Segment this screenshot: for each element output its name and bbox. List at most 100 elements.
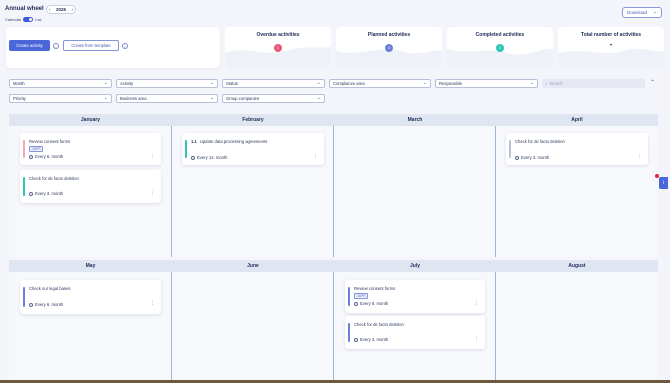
status-bar [348,287,350,306]
search-icon: ⌕ [545,81,548,86]
filter-status[interactable]: Status ⌄ [222,79,325,88]
compliance-tag: GDPR [354,293,369,299]
recurrence-label: Every 6. month [35,302,64,307]
month-column-march [334,126,496,257]
list-view-label: List [35,17,42,22]
activity-title: Review consent forms [29,139,71,144]
month-header-january: January [9,114,172,126]
filter-label: Responsible [439,81,463,86]
activity-title-row: 1.1 Update data processing agreements [191,139,267,144]
next-year-button[interactable]: › [71,7,73,12]
filter-label: Status [226,81,238,86]
more-options-icon[interactable]: ⋮ [313,154,318,159]
recurrence-label: Every 3. month [521,155,550,160]
recurrence-label: Every 6. month [35,154,64,159]
activity-card[interactable]: Check for de facto deletion Every 3. mon… [20,170,161,203]
more-options-icon[interactable]: ⋮ [150,154,155,159]
stat-completed[interactable]: Completed activities 2 [447,27,553,68]
status-bar [348,323,350,342]
more-options-icon[interactable]: ⋮ [474,337,479,342]
stat-total[interactable]: Total number of activities • [558,27,664,68]
filter-group-companies[interactable]: Group companies ⌄ [222,94,325,103]
more-options-icon[interactable]: ⋮ [150,301,155,306]
filter-month[interactable]: Month ⌄ [9,79,112,88]
view-switch[interactable] [23,17,34,22]
create-activity-button[interactable]: Create activity [9,40,50,51]
prev-year-button[interactable]: ‹ [49,7,51,12]
activity-title: Review consent forms [354,286,396,291]
activity-title: Update data processing agreements [199,139,268,144]
more-options-icon[interactable]: ⋮ [150,191,155,196]
compliance-tag: GDPR [29,146,44,152]
more-options-icon[interactable]: ⋮ [474,301,479,306]
create-from-template-button[interactable]: Create from template [63,40,119,51]
stat-badge: 1 [274,44,282,52]
activity-card[interactable]: Review consent forms GDPR Every 6. month… [345,280,485,313]
filter-label: Priority [13,96,27,101]
calendar-view-label: Calendar [5,17,22,22]
clock-icon [191,155,195,160]
month-column-june [172,272,334,380]
activity-card[interactable]: Check for de facto deletion Every 3. mon… [506,133,648,165]
chevron-down-icon: ⌄ [103,95,108,101]
month-column-august [496,272,658,380]
stat-value: • [609,43,613,49]
filter-label: Activity [120,81,134,86]
download-button[interactable]: Download ⌄ [622,7,662,18]
stat-label: Overdue activities [256,32,300,38]
filter-business-area[interactable]: Business area ⌄ [116,94,218,103]
chevron-down-icon: ⌄ [103,80,108,86]
filter-label: Month [13,81,25,86]
chevron-down-icon: ⌄ [209,95,214,101]
stat-label: Planned activities [367,32,411,38]
clock-icon [354,301,358,306]
chevron-down-icon: ⌄ [316,80,321,86]
search-placeholder: Search [549,81,563,86]
activity-title: Check for de facto deletion [354,322,404,327]
info-icon[interactable]: i [122,43,128,49]
month-header-august: August [496,260,658,272]
search-input[interactable]: ⌕ Search [542,79,645,88]
filter-activity[interactable]: Activity ⌄ [116,79,218,88]
filter-label: Group companies [226,96,260,101]
stat-planned[interactable]: Planned activities 4 [336,27,442,68]
help-tab[interactable]: i [659,177,668,189]
filter-label: Business area [120,96,147,101]
month-header-may: May [9,260,172,272]
collapse-filters-icon[interactable]: ⌃ [650,79,655,86]
activity-card[interactable]: 1.1 Update data processing agreements Eve… [182,133,324,165]
stat-overdue[interactable]: Overdue activities 1 [225,27,331,68]
stat-label: Completed activities [475,32,525,38]
recurrence-label: Every 12. month [197,155,228,160]
activity-card[interactable]: Check for de facto deletion Every 3. mon… [345,316,485,349]
year-selector: ‹ 2025 › [46,5,76,14]
view-toggle: Calendar List [5,17,41,22]
recurrence-label: Every 6. month [360,301,389,306]
recurrence: Every 3. month [515,155,549,160]
month-header-march: March [334,114,496,126]
clock-icon [354,337,358,342]
clock-icon [29,154,33,159]
activity-title: Check our legal bases [29,286,71,291]
status-bar [23,177,25,196]
filter-priority[interactable]: Priority ⌄ [9,94,112,103]
activity-title: Check for de facto deletion [29,176,79,181]
recurrence: Every 12. month [191,155,228,160]
stat-badge: 2 [496,44,504,52]
filter-compliance-area[interactable]: Compliance area ⌄ [329,79,431,88]
chevron-down-icon: ⌄ [529,80,534,86]
more-options-icon[interactable]: ⋮ [637,154,642,159]
info-icon[interactable]: i [53,43,59,49]
month-header-july: July [334,260,496,272]
month-header-february: February [172,114,334,126]
status-bar [509,140,511,158]
recurrence: Every 6. month [29,302,63,307]
recurrence: Every 3. month [29,191,63,196]
month-header-april: April [496,114,658,126]
activity-card[interactable]: Review consent forms GDPR Every 6. month… [20,133,161,165]
filter-label: Compliance area [333,81,365,86]
recurrence-label: Every 3. month [35,191,64,196]
activity-card[interactable]: Check our legal bases Every 6. month ⋮ [20,280,161,314]
filter-responsible[interactable]: Responsible ⌄ [435,79,538,88]
status-bar [23,287,25,307]
